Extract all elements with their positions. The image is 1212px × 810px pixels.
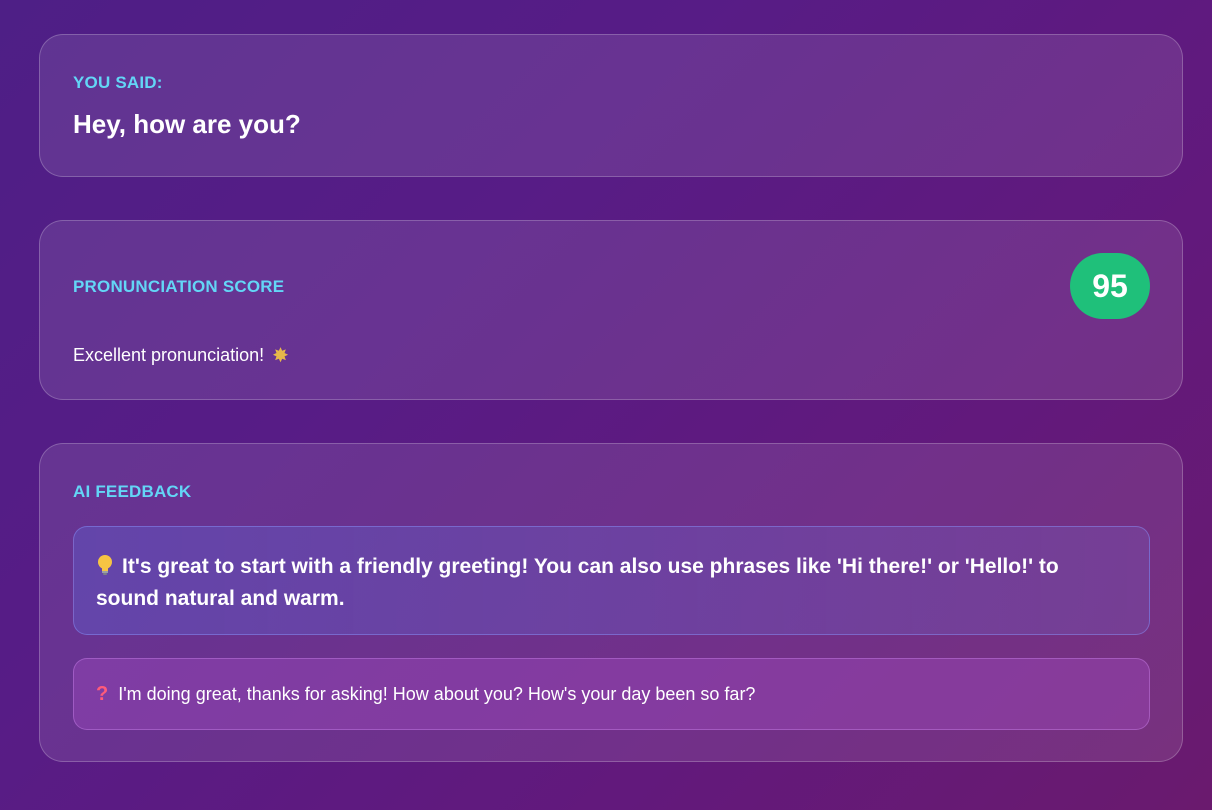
you-said-card: YOU SAID: Hey, how are you? [39, 34, 1183, 177]
feedback-tip: It's great to start with a friendly gree… [73, 526, 1150, 635]
score-message-text: Excellent pronunciation! [73, 345, 265, 365]
sparkle-icon: ✸ [272, 344, 289, 367]
pronunciation-score-label: PRONUNCIATION SCORE [73, 277, 285, 296]
lightbulb-icon [98, 555, 112, 575]
feedback-tip-text: It's great to start with a friendly gree… [96, 555, 1059, 610]
you-said-label: YOU SAID: [73, 73, 163, 92]
ai-feedback-label: AI FEEDBACK [73, 482, 192, 501]
question-mark-icon: ? [96, 682, 109, 705]
score-badge: 95 [1070, 253, 1150, 319]
pronunciation-score-card: PRONUNCIATION SCORE 95 Excellent pronunc… [39, 220, 1183, 400]
score-message: Excellent pronunciation! ✸ [73, 345, 289, 366]
transcript-text: Hey, how are you? [73, 109, 301, 139]
feedback-reply-text: I'm doing great, thanks for asking! How … [118, 683, 756, 704]
feedback-reply: ? I'm doing great, thanks for asking! Ho… [73, 658, 1150, 730]
ai-feedback-card: AI FEEDBACK It's great to start with a f… [39, 443, 1183, 762]
